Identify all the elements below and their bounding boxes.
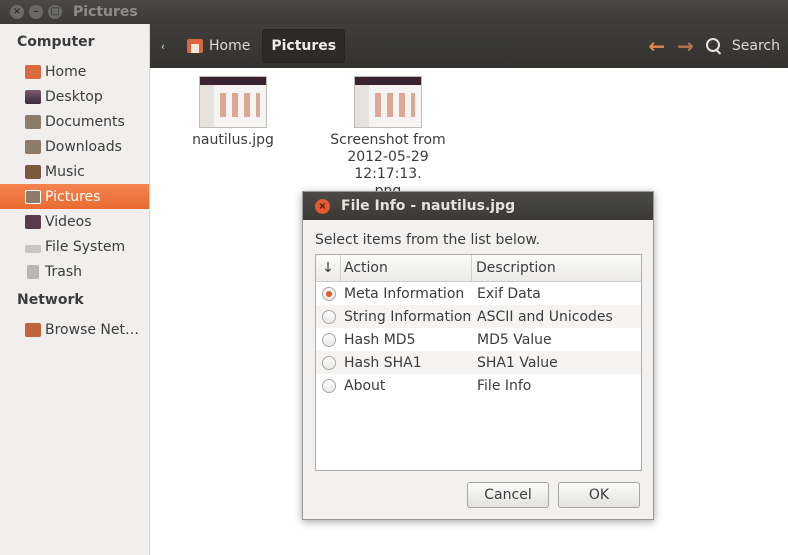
list-row[interactable]: Meta Information Exif Data <box>316 282 641 305</box>
sidebar: Computer Home Desktop Documents Download… <box>0 24 150 555</box>
description-cell: Exif Data <box>477 285 541 302</box>
sidebar-heading-computer: Computer <box>17 34 95 50</box>
dialog-title: File Info - nautilus.jpg <box>341 198 516 214</box>
breadcrumb-scroll-left-button[interactable]: ‹ <box>153 40 173 53</box>
file-info-dialog: × File Info - nautilus.jpg Select items … <box>302 191 654 520</box>
sidebar-item-label: Pictures <box>45 188 101 205</box>
sidebar-item-label: Music <box>45 163 85 180</box>
list-row[interactable]: Hash MD5 MD5 Value <box>316 328 641 351</box>
cancel-button[interactable]: Cancel <box>467 482 549 508</box>
dialog-titlebar: × File Info - nautilus.jpg <box>303 192 653 220</box>
breadcrumb-pictures-label: Pictures <box>271 38 337 54</box>
list-row[interactable]: Hash SHA1 SHA1 Value <box>316 351 641 374</box>
sidebar-item-documents[interactable]: Documents <box>0 109 149 134</box>
radio-button[interactable] <box>321 309 336 324</box>
file-name-line: Screenshot from <box>330 132 446 148</box>
list-row[interactable]: String Information ASCII and Unicodes <box>316 305 641 328</box>
downloads-folder-icon <box>25 139 41 154</box>
home-folder-icon <box>187 39 203 53</box>
column-label: Action <box>344 260 388 276</box>
sidebar-item-label: Videos <box>45 213 92 230</box>
sidebar-item-browse-network[interactable]: Browse Net… <box>0 317 149 342</box>
action-column-header[interactable]: Action <box>341 255 472 281</box>
search-button[interactable]: Search <box>705 37 780 55</box>
documents-folder-icon <box>25 114 41 129</box>
sidebar-item-pictures[interactable]: Pictures <box>0 184 149 209</box>
drive-icon <box>25 244 41 253</box>
sidebar-item-label: Trash <box>45 263 82 280</box>
trash-icon <box>27 264 39 279</box>
videos-folder-icon <box>25 214 41 229</box>
sidebar-heading-network: Network <box>17 292 84 308</box>
sidebar-item-videos[interactable]: Videos <box>0 209 149 234</box>
window-title: Pictures <box>73 4 138 20</box>
file-name: nautilus.jpg <box>192 132 274 148</box>
network-icon <box>25 322 41 337</box>
dialog-close-button[interactable]: × <box>315 198 330 214</box>
window-minimize-button[interactable]: – <box>29 5 43 19</box>
window-close-button[interactable]: × <box>10 5 24 19</box>
description-cell: SHA1 Value <box>477 354 558 371</box>
description-cell: MD5 Value <box>477 331 552 348</box>
search-label: Search <box>731 38 780 54</box>
radio-button-selected[interactable] <box>321 286 336 301</box>
description-cell: File Info <box>477 377 532 394</box>
window-titlebar: × – □ Pictures <box>0 0 788 24</box>
sidebar-item-label: Documents <box>45 113 125 130</box>
sidebar-item-label: Browse Net… <box>45 321 140 338</box>
desktop-icon <box>25 89 41 104</box>
description-column-header[interactable]: Description <box>472 255 641 281</box>
sidebar-item-music[interactable]: Music <box>0 159 149 184</box>
sidebar-item-label: File System <box>45 238 126 255</box>
sort-arrow-icon: ↓ <box>322 260 334 276</box>
radio-button[interactable] <box>321 332 336 347</box>
sidebar-item-label: Home <box>45 63 87 80</box>
breadcrumb-home-label: Home <box>209 38 251 54</box>
sidebar-item-label: Desktop <box>45 88 103 105</box>
action-cell: About <box>344 377 386 394</box>
radio-button[interactable] <box>321 378 336 393</box>
list-row[interactable]: About File Info <box>316 374 641 397</box>
file-item[interactable]: nautilus.jpg <box>163 76 303 149</box>
music-folder-icon <box>25 164 41 179</box>
column-label: Description <box>476 260 556 276</box>
sidebar-item-desktop[interactable]: Desktop <box>0 84 149 109</box>
list-header: ↓ Action Description <box>316 255 641 282</box>
image-thumbnail <box>354 76 422 128</box>
ok-button[interactable]: OK <box>558 482 640 508</box>
pictures-folder-icon <box>25 189 41 204</box>
sidebar-item-label: Downloads <box>45 138 122 155</box>
sidebar-item-home[interactable]: Home <box>0 59 149 84</box>
search-icon <box>705 37 723 55</box>
sort-column-header[interactable]: ↓ <box>316 255 341 281</box>
action-cell: String Information <box>344 308 472 325</box>
window-maximize-button[interactable]: □ <box>48 5 62 19</box>
home-folder-icon <box>25 64 41 79</box>
sidebar-item-file-system[interactable]: File System <box>0 234 149 259</box>
radio-button[interactable] <box>321 355 336 370</box>
breadcrumb-home[interactable]: Home <box>179 29 258 63</box>
file-item[interactable]: Screenshot from 2012-05-29 12:17:13. png <box>318 76 458 200</box>
action-cell: Hash SHA1 <box>344 354 422 371</box>
action-cell: Hash MD5 <box>344 331 416 348</box>
action-list: ↓ Action Description Meta Information Ex… <box>315 254 642 471</box>
toolbar: ‹ Home Pictures ← → Search <box>150 24 788 68</box>
forward-arrow-button[interactable]: → <box>677 34 694 58</box>
back-arrow-button[interactable]: ← <box>648 34 665 58</box>
file-name-line: 2012-05-29 12:17:13. <box>347 149 429 182</box>
sidebar-item-trash[interactable]: Trash <box>0 259 149 284</box>
image-thumbnail <box>199 76 267 128</box>
description-cell: ASCII and Unicodes <box>477 308 613 325</box>
breadcrumb-pictures[interactable]: Pictures <box>262 29 346 63</box>
dialog-prompt: Select items from the list below. <box>315 232 541 248</box>
action-cell: Meta Information <box>344 285 465 302</box>
sidebar-item-downloads[interactable]: Downloads <box>0 134 149 159</box>
